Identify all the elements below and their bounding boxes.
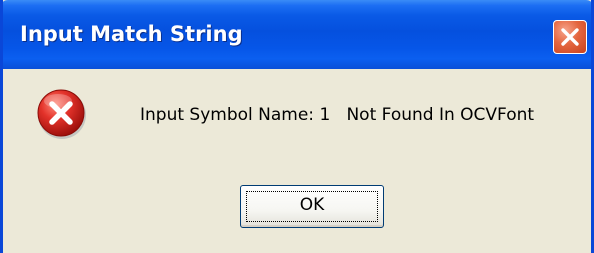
dialog-window: Input Match String Input Symbol Name: 1 … <box>0 0 594 253</box>
error-message: Input Symbol Name: 1 Not Found In OCVFon… <box>140 105 535 125</box>
title-bar[interactable]: Input Match String <box>3 0 591 69</box>
close-icon <box>561 28 579 46</box>
dialog-body: Input Symbol Name: 1 Not Found In OCVFon… <box>3 69 591 253</box>
error-icon <box>37 89 86 139</box>
close-button[interactable] <box>553 20 587 54</box>
ok-button-label: OK <box>299 195 325 215</box>
ok-button[interactable]: OK <box>240 185 384 228</box>
window-title: Input Match String <box>20 22 243 46</box>
